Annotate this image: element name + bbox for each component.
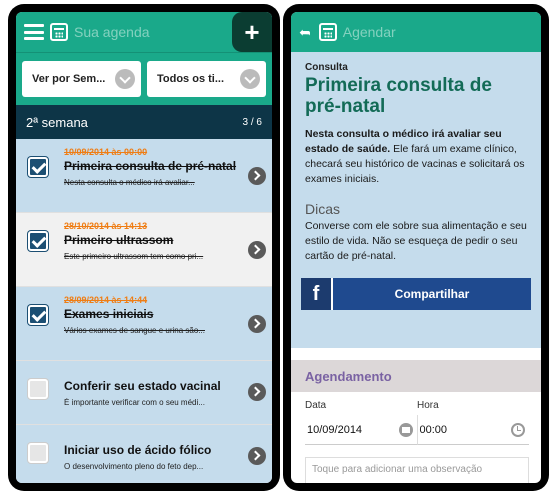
phone-right: ➦ Agendar Consulta Primeira consulta de … — [283, 4, 549, 491]
tips-heading: Dicas — [305, 201, 341, 217]
date-label: Data — [305, 400, 327, 411]
clock-icon[interactable] — [511, 422, 525, 437]
topbar: ➦ Agendar — [291, 12, 541, 52]
view-filter-dropdown[interactable]: Ver por Sem... — [22, 61, 141, 97]
detail-body: Nesta consulta o médico irá avaliar seu … — [305, 127, 531, 187]
item-title: Conferir seu estado vacinal — [64, 379, 221, 393]
chevron-right-icon[interactable] — [248, 447, 266, 465]
week-count: 3 / 6 — [242, 116, 262, 128]
todo-checkbox[interactable] — [28, 443, 48, 463]
week-header: 2ª semana 3 / 6 — [16, 105, 272, 139]
done-checkbox[interactable] — [28, 157, 48, 177]
time-value: 00:00 — [419, 423, 448, 436]
week-label: 2ª semana — [26, 114, 88, 130]
item-description: Vários exames de sangue e urina são... — [64, 326, 205, 335]
list-item[interactable]: 10/09/2014 às 00:00 Primeira consulta de… — [16, 139, 272, 213]
type-filter-label: Todos os ti... — [157, 73, 225, 85]
time-field[interactable]: 00:00 — [417, 415, 529, 445]
item-title: Exames iniciais — [64, 307, 154, 321]
todo-checkbox[interactable] — [28, 379, 48, 399]
view-filter-label: Ver por Sem... — [32, 73, 106, 85]
field-row: 10/09/2014 00:00 — [305, 415, 529, 445]
item-date: 28/10/2014 às 14:13 — [64, 221, 148, 231]
chevron-right-icon[interactable] — [248, 383, 266, 401]
date-field[interactable]: 10/09/2014 — [305, 415, 418, 445]
page-title: Sua agenda — [74, 24, 150, 40]
item-description: O desenvolvimento pleno do feto dep... — [64, 462, 204, 471]
add-button[interactable]: + — [232, 12, 272, 52]
item-title: Iniciar uso de ácido fólico — [64, 443, 212, 457]
item-description: Nesta consulta o médico irá avaliar... — [64, 178, 195, 187]
field-labels: Data Hora — [305, 400, 529, 411]
category-label: Consulta — [305, 62, 348, 73]
item-description: Este primeiro ultrassom tem como pri... — [64, 252, 204, 261]
detail-panel: Consulta Primeira consulta de pré-natal … — [291, 52, 541, 348]
calendar-picker-icon[interactable] — [398, 422, 413, 437]
done-checkbox[interactable] — [28, 305, 48, 325]
list-item[interactable]: 28/09/2014 às 14:44 Exames iniciais Vári… — [16, 287, 272, 361]
list-item[interactable]: 28/10/2014 às 14:13 Primeiro ultrassom E… — [16, 213, 272, 287]
page-title: Agendar — [342, 24, 396, 40]
share-bar: f Compartilhar — [301, 278, 531, 310]
done-checkbox[interactable] — [28, 231, 48, 251]
back-icon[interactable]: ➦ — [299, 24, 311, 41]
schedule-heading: Agendamento — [291, 360, 541, 392]
item-title: Primeiro ultrassom — [64, 233, 174, 247]
calendar-icon — [318, 23, 337, 41]
share-button[interactable]: Compartilhar — [333, 278, 531, 310]
item-title: Primeira consulta de pré-natal — [64, 159, 237, 173]
menu-icon[interactable] — [24, 24, 44, 40]
chevron-right-icon[interactable] — [248, 241, 266, 259]
list-item[interactable]: Conferir seu estado vacinal É importante… — [16, 361, 272, 425]
chevron-down-icon — [240, 69, 260, 89]
facebook-icon[interactable]: f — [301, 278, 333, 310]
tips-text: Converse com ele sobre sua alimentação e… — [305, 220, 527, 262]
calendar-icon — [50, 23, 68, 41]
detail-title: Primeira consulta de pré-natal — [305, 75, 492, 117]
schedule-screen: ➦ Agendar Consulta Primeira consulta de … — [291, 12, 541, 483]
date-value: 10/09/2014 — [307, 423, 363, 436]
type-filter-dropdown[interactable]: Todos os ti... — [147, 61, 266, 97]
item-date: 28/09/2014 às 14:44 — [64, 295, 148, 305]
list-item[interactable]: Iniciar uso de ácido fólico O desenvolvi… — [16, 425, 272, 483]
time-label: Hora — [417, 400, 439, 411]
chevron-down-icon — [115, 69, 135, 89]
item-description: É importante verificar com o seu médi... — [64, 398, 205, 407]
item-date: 10/09/2014 às 00:00 — [64, 147, 148, 157]
phone-left: Sua agenda + Ver por Sem... Todos os ti.… — [8, 4, 280, 491]
chevron-right-icon[interactable] — [248, 315, 266, 333]
topbar: Sua agenda + — [16, 12, 272, 52]
schedule-form: Data Hora 10/09/2014 00:00 Toque para ad… — [291, 392, 541, 483]
note-field[interactable]: Toque para adicionar uma observação — [305, 457, 529, 483]
filters: Ver por Sem... Todos os ti... — [16, 52, 272, 105]
chevron-right-icon[interactable] — [248, 167, 266, 185]
agenda-screen: Sua agenda + Ver por Sem... Todos os ti.… — [16, 12, 272, 483]
